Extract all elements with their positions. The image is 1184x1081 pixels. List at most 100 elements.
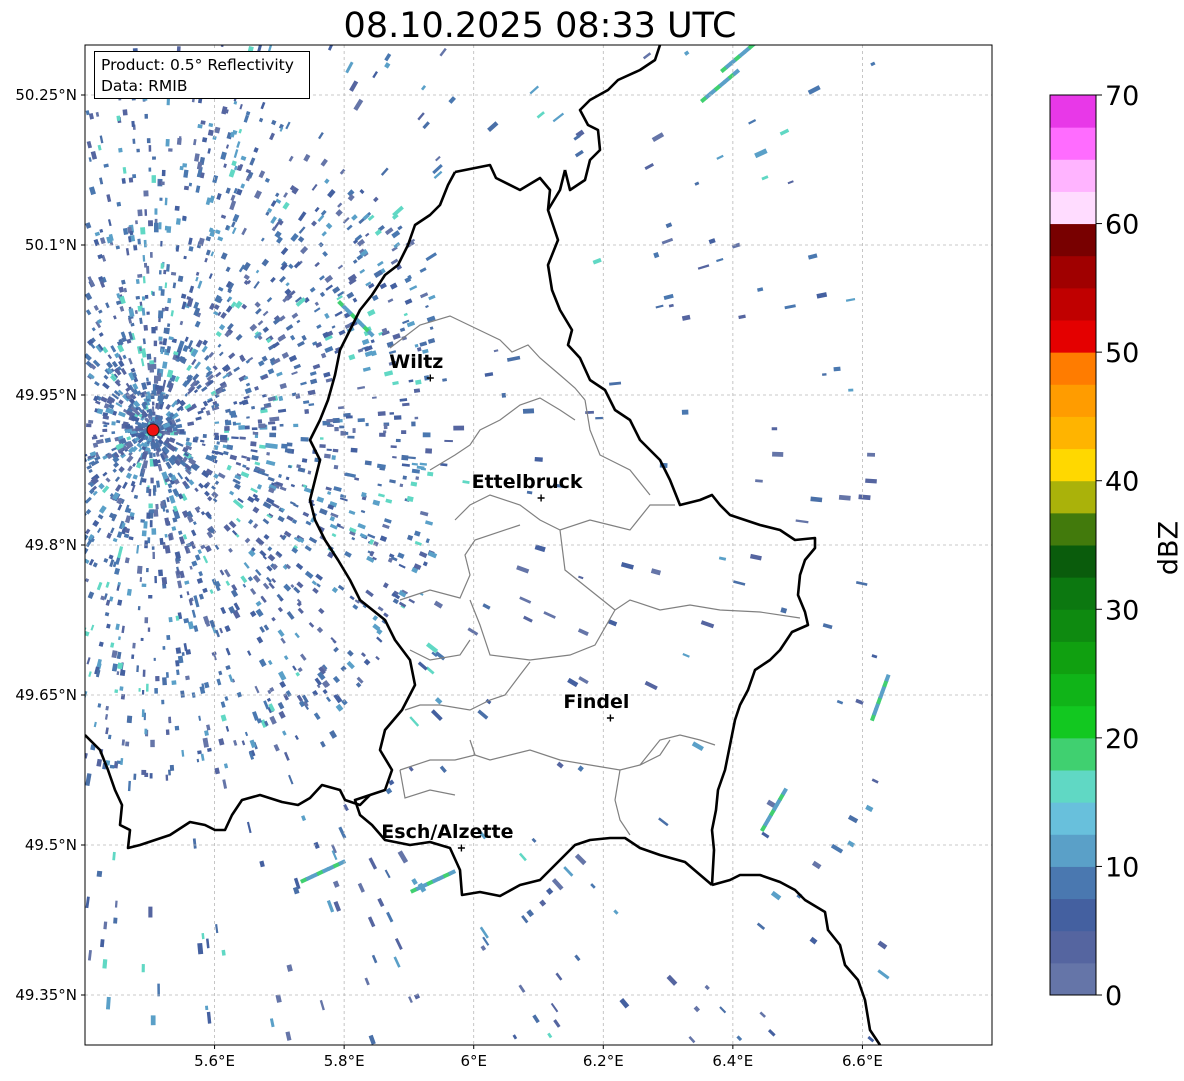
echo-pixel bbox=[166, 323, 171, 328]
echo-pixel bbox=[200, 120, 206, 125]
echo-pixel bbox=[149, 773, 153, 779]
echo-pixel bbox=[170, 271, 177, 276]
echo-pixel bbox=[129, 230, 134, 236]
lat-tick-label: 49.8°N bbox=[25, 536, 77, 554]
colorbar-segment bbox=[1050, 352, 1096, 385]
map-plot: Wiltz Ettelbruck Findel Esch/Alzette 50.25°… bbox=[15, 44, 1184, 1070]
echo-pixel bbox=[131, 120, 135, 127]
echo-pixel bbox=[135, 220, 138, 225]
echo-pixel bbox=[413, 388, 421, 393]
echo-pixel bbox=[165, 138, 170, 147]
colorbar-segment bbox=[1050, 962, 1096, 996]
colorbar-segment bbox=[1050, 609, 1096, 642]
echo-pixel bbox=[331, 455, 336, 460]
echo-pixel bbox=[534, 456, 543, 462]
echo-pixel bbox=[146, 512, 151, 519]
echo-pixel bbox=[154, 575, 157, 584]
echo-pixel bbox=[88, 419, 94, 424]
colorbar-segment bbox=[1050, 512, 1096, 546]
echo-pixel bbox=[96, 870, 103, 878]
echo-pixel bbox=[155, 676, 160, 682]
echo-pixel bbox=[137, 273, 143, 278]
echo-pixel bbox=[279, 423, 284, 427]
echo-pixel bbox=[153, 222, 159, 233]
echo-pixel bbox=[867, 452, 876, 457]
echo-pixel bbox=[100, 939, 105, 948]
echo-pixel bbox=[251, 427, 258, 431]
echo-pixel bbox=[175, 647, 182, 654]
echo-pixel bbox=[135, 279, 140, 285]
radar-site-marker bbox=[146, 423, 160, 437]
echo-pixel bbox=[347, 435, 355, 439]
lon-tick-label: 5.8°E bbox=[324, 1052, 365, 1070]
colorbar-segment bbox=[1050, 287, 1096, 321]
echo-pixel bbox=[144, 209, 148, 216]
echo-pixel bbox=[158, 569, 163, 577]
lat-tick-label: 50.1°N bbox=[25, 236, 77, 254]
echo-pixel bbox=[144, 113, 148, 119]
product-label: Product: 0.5° Reflectivity bbox=[101, 56, 294, 74]
lon-tick-label: 6°E bbox=[460, 1052, 487, 1070]
echo-pixel bbox=[141, 964, 145, 973]
echo-pixel bbox=[148, 167, 152, 172]
echo-pixel bbox=[119, 686, 124, 691]
city-label: Ettelbruck bbox=[472, 471, 583, 493]
echo-pixel bbox=[149, 452, 153, 459]
echo-pixel bbox=[176, 429, 180, 434]
echo-pixel bbox=[154, 687, 158, 694]
echo-pixel bbox=[350, 447, 358, 453]
echo-pixel bbox=[143, 262, 148, 268]
echo-pixel bbox=[144, 617, 149, 624]
echo-pixel bbox=[151, 326, 156, 334]
echo-pixel bbox=[681, 409, 689, 415]
colorbar-segment bbox=[1050, 448, 1096, 482]
echo-pixel bbox=[334, 426, 339, 432]
echo-pixel bbox=[185, 675, 190, 681]
echo-pixel bbox=[148, 906, 153, 918]
colorbar-segment bbox=[1050, 159, 1096, 192]
echo-pixel bbox=[379, 432, 386, 437]
echo-pixel bbox=[284, 448, 293, 454]
echo-pixel bbox=[390, 445, 397, 449]
echo-pixel bbox=[136, 148, 140, 153]
echo-pixel bbox=[377, 411, 386, 416]
echo-pixel bbox=[144, 728, 148, 735]
echo-pixel bbox=[137, 606, 141, 611]
echo-pixel bbox=[138, 688, 141, 692]
echo-pixel bbox=[164, 225, 168, 231]
echo-pixel bbox=[772, 451, 784, 457]
echo-pixel bbox=[111, 431, 116, 435]
colorbar-segment bbox=[1050, 127, 1096, 160]
echo-pixel bbox=[141, 583, 147, 588]
echo-pixel bbox=[246, 416, 250, 419]
echo-pixel bbox=[339, 425, 345, 429]
echo-pixel bbox=[161, 699, 165, 705]
echo-pixel bbox=[137, 209, 143, 217]
echo-pixel bbox=[152, 452, 156, 458]
echo-pixel bbox=[326, 418, 334, 423]
echo-pixel bbox=[153, 340, 158, 347]
lat-tick-label: 49.95°N bbox=[15, 386, 77, 404]
echo-pixel bbox=[133, 244, 138, 251]
echo-pixel bbox=[153, 657, 156, 661]
echo-pixel bbox=[165, 774, 169, 781]
echo-pixel bbox=[143, 190, 149, 197]
echo-pixel bbox=[132, 138, 136, 144]
colorbar-segment bbox=[1050, 930, 1096, 964]
colorbar-segment bbox=[1050, 802, 1096, 835]
echo-pixel bbox=[415, 476, 420, 481]
colorbar-segment bbox=[1050, 641, 1096, 675]
colorbar-segment bbox=[1050, 705, 1096, 739]
echo-pixel bbox=[149, 252, 153, 258]
echo-pixel bbox=[109, 764, 115, 769]
data-source-label: Data: RMIB bbox=[101, 77, 188, 95]
echo-pixel bbox=[154, 208, 158, 215]
echo-pixel bbox=[364, 460, 372, 466]
echo-pixel bbox=[194, 436, 199, 441]
lon-tick-label: 5.6°E bbox=[194, 1052, 235, 1070]
colorbar-segment bbox=[1050, 673, 1096, 707]
echo-pixel bbox=[158, 270, 162, 275]
echo-pixel bbox=[141, 769, 147, 775]
lon-tick-label: 6.2°E bbox=[583, 1052, 624, 1070]
echo-pixel bbox=[402, 475, 407, 480]
